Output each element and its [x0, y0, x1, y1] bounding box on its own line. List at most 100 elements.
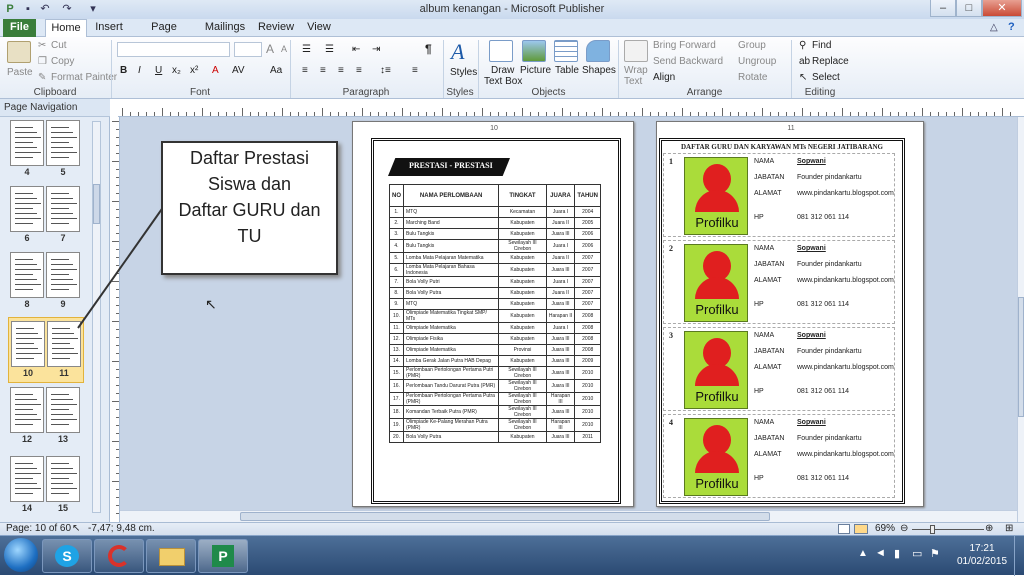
action-center-icon[interactable]: ⚑: [930, 547, 940, 560]
decrease-indent-icon[interactable]: ⇤: [352, 44, 360, 55]
page-thumbnail-14-15[interactable]: 14 15: [8, 453, 84, 519]
bring-forward-button[interactable]: Bring Forward: [653, 40, 716, 51]
page-thumbnail-12-13[interactable]: 12 13: [8, 384, 84, 450]
zoom-slider[interactable]: [912, 529, 984, 530]
superscript-button[interactable]: x²: [190, 65, 198, 76]
zoom-out-icon[interactable]: ⊖: [900, 523, 908, 534]
table-icon[interactable]: [554, 40, 578, 62]
character-spacing-icon[interactable]: AV: [232, 65, 245, 76]
tab-file[interactable]: File: [3, 19, 36, 37]
start-button[interactable]: [4, 538, 38, 572]
align-left-icon[interactable]: ≡: [302, 65, 308, 76]
taskbar-publisher[interactable]: P: [198, 539, 248, 573]
paragraph-spacing-icon[interactable]: ≡: [412, 65, 418, 76]
paste-button[interactable]: Paste: [7, 67, 33, 78]
battery-icon[interactable]: ▭: [912, 547, 922, 560]
wrap-text-label-1[interactable]: Wrap: [624, 65, 648, 76]
show-desktop-button[interactable]: [1014, 536, 1024, 576]
font-name-dropdown[interactable]: [117, 42, 230, 57]
volume-icon[interactable]: ◄: [875, 547, 886, 559]
zoom-in-icon[interactable]: ⊕: [985, 523, 993, 534]
shapes-button[interactable]: Shapes: [582, 65, 616, 76]
format-painter-icon[interactable]: ✎: [38, 72, 46, 83]
replace-icon[interactable]: ab: [799, 56, 810, 67]
align-button[interactable]: Align: [653, 72, 675, 83]
picture-button[interactable]: Picture: [520, 65, 551, 76]
clock-time[interactable]: 17:21: [962, 543, 1002, 554]
tab-home[interactable]: Home: [45, 19, 87, 38]
zoom-slider-thumb[interactable]: [930, 525, 935, 534]
help-icon[interactable]: ?: [1008, 21, 1015, 33]
tab-mailings[interactable]: Mailings: [200, 19, 250, 37]
shrink-font-button[interactable]: A: [281, 44, 287, 54]
replace-button[interactable]: Replace: [812, 56, 849, 67]
bullets-icon[interactable]: ☰: [302, 44, 311, 55]
tab-insert[interactable]: Insert: [89, 19, 129, 37]
staff-profile-card[interactable]: 2 Profilku NAMA Sopwani JABATAN Founder pinda…: [663, 240, 895, 324]
network-icon[interactable]: ▮: [894, 547, 900, 560]
profile-photo[interactable]: Profilku: [684, 331, 748, 409]
find-button[interactable]: Find: [812, 40, 831, 51]
minimize-button[interactable]: –: [930, 0, 956, 17]
zoom-level[interactable]: 69%: [875, 523, 895, 534]
ungroup-button[interactable]: Ungroup: [738, 56, 776, 67]
draw-text-box-icon[interactable]: [489, 40, 513, 62]
copy-icon[interactable]: ❐: [38, 56, 47, 67]
subscript-button[interactable]: x₂: [172, 65, 181, 76]
bold-button[interactable]: B: [120, 65, 127, 76]
page-11[interactable]: 11 DAFTAR GURU DAN KARYAWAN MTs NEGERI J…: [656, 121, 924, 507]
clock-date[interactable]: 01/02/2015: [954, 556, 1010, 567]
increase-indent-icon[interactable]: ⇥: [372, 44, 380, 55]
close-button[interactable]: ✕: [982, 0, 1022, 17]
numbering-icon[interactable]: ☰: [325, 44, 334, 55]
cut-icon[interactable]: ✂: [38, 40, 46, 51]
font-size-dropdown[interactable]: [234, 42, 262, 57]
two-page-view-icon[interactable]: [854, 524, 868, 534]
select-icon[interactable]: ↖: [799, 72, 807, 83]
styles-button[interactable]: Styles: [450, 67, 477, 78]
group-button[interactable]: Group: [738, 40, 766, 51]
format-painter-button[interactable]: Format Painter: [51, 72, 117, 83]
tab-view[interactable]: View: [302, 19, 336, 37]
single-page-view-icon[interactable]: [838, 524, 850, 534]
shapes-icon[interactable]: [586, 40, 610, 62]
vertical-scrollbar[interactable]: [1017, 117, 1024, 522]
staff-profile-card[interactable]: 1 Profilku NAMA Sopwani JABATAN Founder pinda…: [663, 153, 895, 237]
rotate-button[interactable]: Rotate: [738, 72, 767, 83]
select-button[interactable]: Select: [812, 72, 840, 83]
profile-photo[interactable]: Profilku: [684, 418, 748, 496]
maximize-button[interactable]: □: [956, 0, 982, 17]
draw-text-box-label-2[interactable]: Text Box: [484, 76, 522, 87]
italic-button[interactable]: I: [138, 65, 141, 76]
taskbar-ccleaner[interactable]: [94, 539, 144, 573]
taskbar-skype[interactable]: S: [42, 539, 92, 573]
binoculars-icon[interactable]: ⚲: [799, 40, 806, 51]
align-center-icon[interactable]: ≡: [320, 65, 326, 76]
paste-icon[interactable]: [7, 41, 31, 63]
justify-icon[interactable]: ≡: [356, 65, 362, 76]
tab-review[interactable]: Review: [254, 19, 298, 37]
taskbar-explorer[interactable]: [146, 539, 196, 573]
page-thumbnail-4-5[interactable]: 45: [8, 117, 84, 183]
fit-page-icon[interactable]: ⊞: [1005, 523, 1013, 534]
page-indicator[interactable]: Page: 10 of 60: [6, 523, 71, 534]
draw-text-box-label-1[interactable]: Draw: [491, 65, 514, 76]
staff-profile-card[interactable]: 3 Profilku NAMA Sopwani JABATAN Founder pinda…: [663, 327, 895, 411]
wrap-text-label-2[interactable]: Text: [624, 76, 642, 87]
tab-page-design[interactable]: Page Design: [133, 19, 195, 50]
send-backward-button[interactable]: Send Backward: [653, 56, 723, 67]
table-button[interactable]: Table: [555, 65, 579, 76]
profile-photo[interactable]: Profilku: [684, 244, 748, 322]
line-spacing-icon[interactable]: ↕≡: [380, 65, 391, 76]
picture-icon[interactable]: [522, 40, 546, 62]
profile-photo[interactable]: Profilku: [684, 157, 748, 235]
show-hidden-icons[interactable]: ▲: [858, 548, 868, 559]
cut-button[interactable]: Cut: [51, 40, 67, 51]
minimize-ribbon-icon[interactable]: △: [990, 22, 998, 33]
styles-icon[interactable]: A: [451, 39, 464, 65]
horizontal-scrollbar[interactable]: [120, 510, 1017, 522]
vertical-scrollbar-thumb[interactable]: [1018, 297, 1024, 417]
underline-button[interactable]: U: [155, 65, 162, 76]
font-color-icon[interactable]: A: [212, 65, 219, 76]
wrap-text-icon[interactable]: [624, 40, 648, 62]
